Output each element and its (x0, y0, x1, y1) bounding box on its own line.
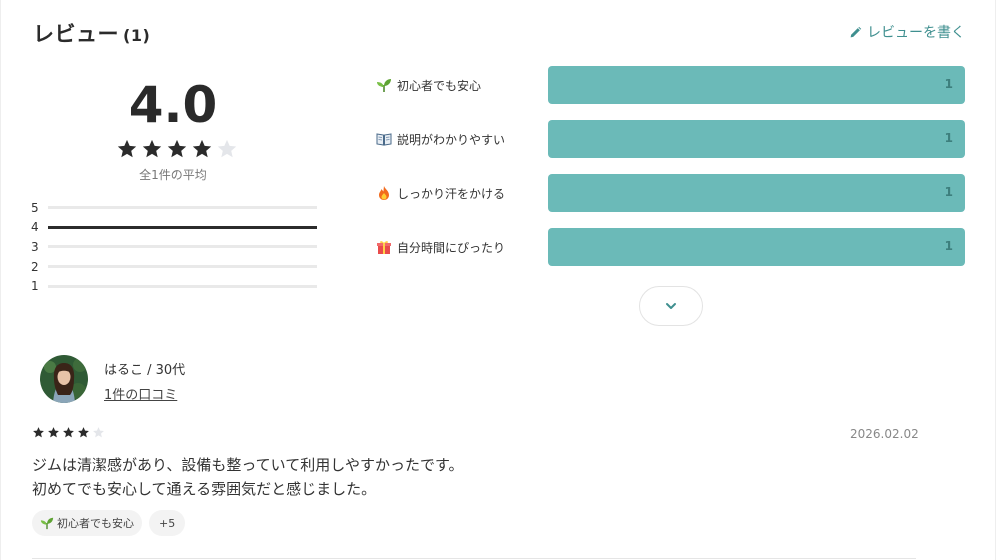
star-filled-icon (167, 139, 187, 158)
more-tags-chip[interactable]: +5 (149, 510, 186, 536)
star-filled-icon (142, 139, 162, 158)
tag-summary: 初心者でも安心 1 説明がわかりやすい 1 しっかり汗をかける 1 自分時間にぴったり 1 (376, 66, 965, 282)
tag-bar: 1 (548, 66, 965, 104)
distribution-label: 5 (31, 200, 39, 215)
distribution-row: 5 (31, 198, 317, 218)
distribution-track (48, 245, 317, 249)
bottom-divider (32, 558, 916, 559)
star-filled-icon (63, 427, 74, 438)
star-filled-icon (192, 139, 212, 158)
open-book-icon (376, 133, 392, 146)
tag-label-text: 自分時間にぴったり (397, 240, 506, 255)
tag-count: 1 (944, 185, 953, 199)
average-stars (116, 138, 238, 160)
title-text: レビュー (33, 22, 119, 46)
tag-label-text: 初心者でも安心 (397, 78, 482, 93)
tag-count: 1 (944, 239, 953, 253)
review-text-line-1: ジムは清潔感があり、設備も整っていて利用しやすかったです。 (32, 456, 464, 474)
tag-bar: 1 (548, 228, 965, 266)
review-count: (1) (123, 26, 151, 45)
fire-icon (379, 186, 389, 200)
tag-row: しっかり汗をかける 1 (376, 174, 965, 212)
reviewer-name: はるこ / 30代 (104, 363, 186, 378)
star-filled-icon (78, 427, 89, 438)
gift-icon (377, 241, 391, 254)
distribution-track (48, 206, 317, 210)
section-title: レビュー (1) (33, 18, 150, 48)
show-more-button[interactable] (639, 286, 703, 326)
review-date: 2026.02.02 (850, 427, 919, 441)
star-filled-icon (117, 139, 137, 158)
tag-label-text: しっかり汗をかける (397, 186, 506, 201)
distribution-row: 4 (31, 218, 317, 238)
star-empty-icon (93, 427, 104, 438)
avatar[interactable] (40, 355, 88, 403)
distribution-track (48, 225, 317, 229)
tag-count: 1 (944, 77, 953, 91)
distribution-label: 2 (31, 259, 39, 274)
average-note: 全1件の平均 (139, 168, 207, 182)
star-filled-icon (48, 427, 59, 438)
tag-label: しっかり汗をかける (376, 185, 548, 202)
more-tags-label: +5 (159, 516, 176, 530)
tag-row: 自分時間にぴったり 1 (376, 228, 965, 266)
tag-bar: 1 (548, 120, 965, 158)
tag-row: 初心者でも安心 1 (376, 66, 965, 104)
write-review-label: レビューを書く (867, 25, 965, 41)
tag-label: 自分時間にぴったり (376, 239, 548, 256)
tag-label-text: 説明がわかりやすい (397, 132, 506, 147)
star-empty-icon (217, 139, 237, 158)
review-tag-label: 初心者でも安心 (57, 517, 134, 530)
rating-distribution: 5 4 3 2 1 (31, 198, 317, 296)
frame-border-left (0, 0, 1, 560)
pencil-icon (850, 26, 862, 37)
distribution-label: 1 (31, 279, 39, 294)
review-stars (32, 426, 105, 439)
tag-label: 説明がわかりやすい (376, 131, 548, 148)
distribution-row: 1 (31, 276, 317, 296)
review-text-line-2: 初めてでも安心して通える雰囲気だと感じました。 (32, 480, 377, 498)
distribution-label: 3 (31, 239, 39, 254)
tag-label: 初心者でも安心 (376, 77, 548, 94)
distribution-row: 3 (31, 237, 317, 257)
sprout-icon (40, 517, 54, 530)
tag-row: 説明がわかりやすい 1 (376, 120, 965, 158)
distribution-row: 2 (31, 257, 317, 277)
star-filled-icon (33, 427, 44, 438)
average-score: 4.0 (128, 76, 218, 134)
chevron-down-icon (666, 303, 676, 309)
review-text: ジムは清潔感があり、設備も整っていて利用しやすかったです。 初めてでも安心して通… (32, 453, 464, 501)
sprout-icon (377, 79, 391, 92)
distribution-track (48, 284, 317, 288)
write-review-link[interactable]: レビューを書く (849, 22, 965, 42)
tag-bar: 1 (548, 174, 965, 212)
tag-count: 1 (944, 131, 953, 145)
distribution-fill (48, 225, 317, 229)
distribution-label: 4 (31, 220, 39, 235)
reviewer-reviews-link[interactable]: 1件の口コミ (104, 384, 177, 403)
distribution-track (48, 265, 317, 269)
review-tag-chip[interactable]: 初心者でも安心 (32, 510, 142, 536)
